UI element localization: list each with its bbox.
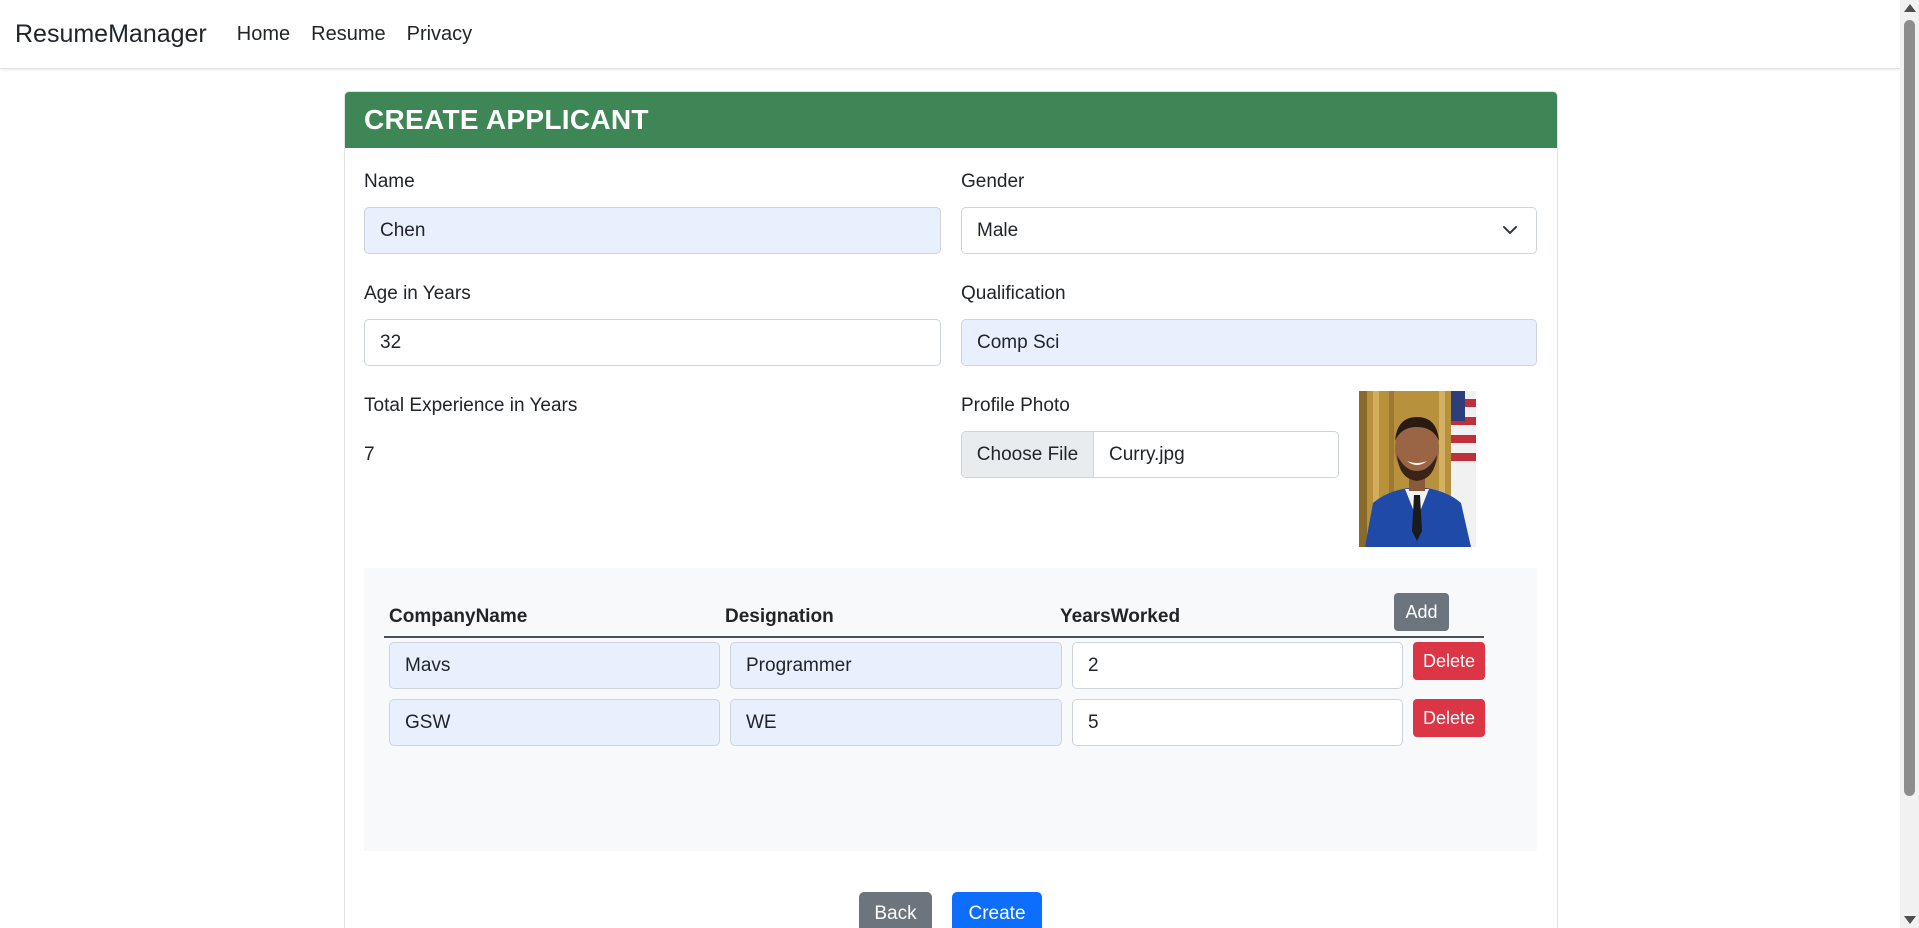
file-name: Curry.jpg — [1109, 443, 1185, 465]
company-value: GSW — [405, 711, 451, 733]
scroll-thumb[interactable] — [1904, 20, 1915, 796]
nav-link-home[interactable]: Home — [237, 23, 290, 46]
years-worked-input[interactable]: 2 — [1072, 642, 1403, 689]
designation-input[interactable]: Programmer — [730, 642, 1062, 689]
years-value: 2 — [1088, 654, 1099, 676]
page-title: CREATE APPLICANT — [364, 104, 649, 135]
profile-photo-file-input[interactable]: Choose File Curry.jpg — [961, 431, 1339, 478]
years-value: 5 — [1088, 711, 1099, 733]
delete-row-button[interactable]: Delete — [1413, 642, 1485, 680]
nav-link-privacy[interactable]: Privacy — [407, 23, 473, 46]
age-label: Age in Years — [364, 283, 471, 304]
total-experience-label: Total Experience in Years — [364, 395, 578, 416]
nav-link-resume[interactable]: Resume — [311, 23, 385, 46]
navbar: ResumeManager Home Resume Privacy — [0, 0, 1900, 69]
company-value: Mavs — [405, 654, 451, 676]
scroll-up-icon[interactable] — [1904, 4, 1916, 12]
years-worked-input[interactable]: 5 — [1072, 699, 1403, 746]
designation-value: WE — [746, 711, 777, 733]
designation-input[interactable]: WE — [730, 699, 1062, 746]
qualification-value: Comp Sci — [977, 331, 1060, 353]
profile-photo-image — [1359, 391, 1476, 547]
chevron-down-icon — [1503, 226, 1517, 234]
choose-file-button[interactable]: Choose File — [962, 432, 1094, 477]
scroll-down-icon[interactable] — [1904, 916, 1916, 924]
qualification-input[interactable]: Comp Sci — [961, 319, 1537, 366]
delete-row-button[interactable]: Delete — [1413, 699, 1485, 737]
create-button[interactable]: Create — [952, 892, 1042, 928]
column-header-company: CompanyName — [389, 606, 528, 627]
page-scrollbar[interactable] — [1900, 0, 1919, 928]
column-header-years: YearsWorked — [1060, 606, 1181, 627]
brand-link[interactable]: ResumeManager — [15, 20, 207, 49]
profile-photo-label: Profile Photo — [961, 395, 1070, 416]
gender-label: Gender — [961, 171, 1025, 192]
table-header-divider — [384, 636, 1484, 638]
gender-value: Male — [977, 219, 1019, 241]
gender-select[interactable]: Male — [961, 207, 1537, 254]
total-experience-value: 7 — [364, 444, 375, 465]
company-input[interactable]: Mavs — [389, 642, 720, 689]
age-input[interactable]: 32 — [364, 319, 941, 366]
name-label: Name — [364, 171, 415, 192]
designation-value: Programmer — [746, 654, 852, 676]
name-value: Chen — [380, 219, 426, 241]
age-value: 32 — [380, 331, 402, 353]
profile-photo-preview — [1359, 391, 1476, 547]
company-input[interactable]: GSW — [389, 699, 720, 746]
qualification-label: Qualification — [961, 283, 1066, 304]
card-header: CREATE APPLICANT — [345, 92, 1557, 148]
back-button[interactable]: Back — [859, 892, 932, 928]
column-header-designation: Designation — [725, 606, 834, 627]
add-experience-button[interactable]: Add — [1394, 593, 1449, 631]
name-input[interactable]: Chen — [364, 207, 941, 254]
